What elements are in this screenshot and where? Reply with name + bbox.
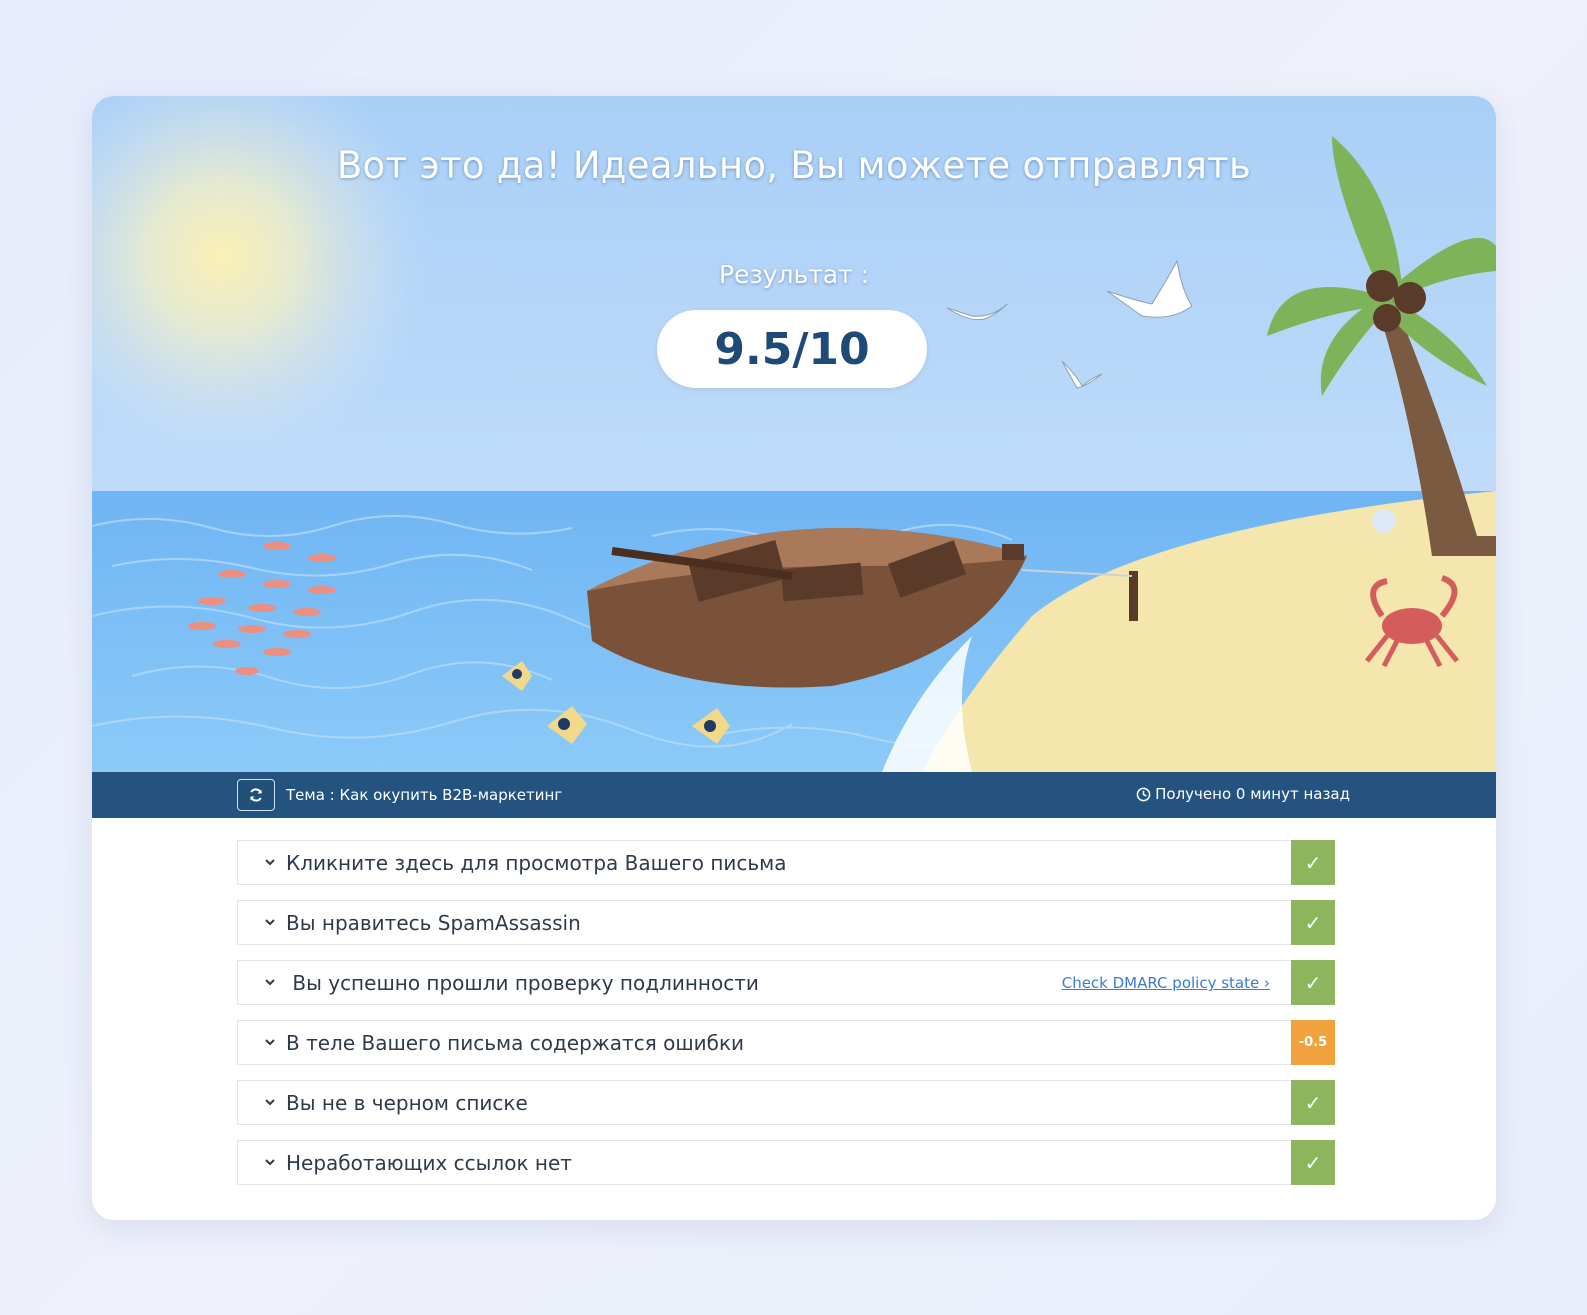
status-penalty-badge: -0.5: [1291, 1020, 1335, 1065]
status-check-icon: ✓: [1291, 1080, 1335, 1125]
info-bar: Тема : Как окупить B2B-маркетинг Получен…: [92, 772, 1496, 818]
dmarc-policy-link[interactable]: Check DMARC policy state ›: [1062, 974, 1270, 992]
check-label: Вы нравитесь SpamAssassin: [286, 911, 581, 935]
beach-illustration: Вот это да! Идеально, Вы можете отправля…: [92, 96, 1496, 772]
status-check-icon: ✓: [1291, 1140, 1335, 1185]
refresh-button[interactable]: [237, 779, 275, 811]
check-label: Вы успешно прошли проверку подлинности: [286, 971, 759, 995]
chevron-down-icon: [265, 919, 275, 926]
check-list: Кликните здесь для просмотра Вашего пись…: [237, 840, 1335, 1200]
check-row-spamassassin[interactable]: Вы нравитесь SpamAssassin ✓: [237, 900, 1335, 945]
check-row-view-email[interactable]: Кликните здесь для просмотра Вашего пись…: [237, 840, 1335, 885]
score-badge: 9.5/10: [657, 310, 927, 388]
beach-scene-graphic: [92, 96, 1496, 772]
chevron-down-icon: [265, 1159, 275, 1166]
status-check-icon: ✓: [1291, 840, 1335, 885]
check-row-authentication[interactable]: Вы успешно прошли проверку подлинности C…: [237, 960, 1335, 1005]
chevron-down-icon: [265, 979, 275, 986]
chevron-down-icon: [265, 1039, 275, 1046]
check-row-broken-links[interactable]: Неработающих ссылок нет ✓: [237, 1140, 1335, 1185]
result-label: Результат :: [718, 260, 870, 289]
status-check-icon: ✓: [1291, 960, 1335, 1005]
clock-icon: [1136, 787, 1151, 801]
status-check-icon: ✓: [1291, 900, 1335, 945]
result-headline: Вот это да! Идеально, Вы можете отправля…: [336, 144, 1252, 187]
refresh-icon: [250, 788, 262, 802]
email-topic: Тема : Как окупить B2B-маркетинг: [286, 786, 563, 804]
check-label: Неработающих ссылок нет: [286, 1151, 572, 1175]
check-row-body-errors[interactable]: В теле Вашего письма содержатся ошибки -…: [237, 1020, 1335, 1065]
results-card: Вот это да! Идеально, Вы можете отправля…: [92, 96, 1496, 1220]
received-time: Получено 0 минут назад: [1136, 785, 1350, 803]
check-label: В теле Вашего письма содержатся ошибки: [286, 1031, 745, 1055]
received-text: Получено 0 минут назад: [1155, 785, 1350, 803]
chevron-down-icon: [265, 1099, 275, 1106]
check-label: Вы не в черном списке: [286, 1091, 528, 1115]
check-label: Кликните здесь для просмотра Вашего пись…: [286, 851, 787, 875]
score-value: 9.5/10: [714, 323, 870, 375]
check-row-blacklist[interactable]: Вы не в черном списке ✓: [237, 1080, 1335, 1125]
chevron-down-icon: [265, 859, 275, 866]
